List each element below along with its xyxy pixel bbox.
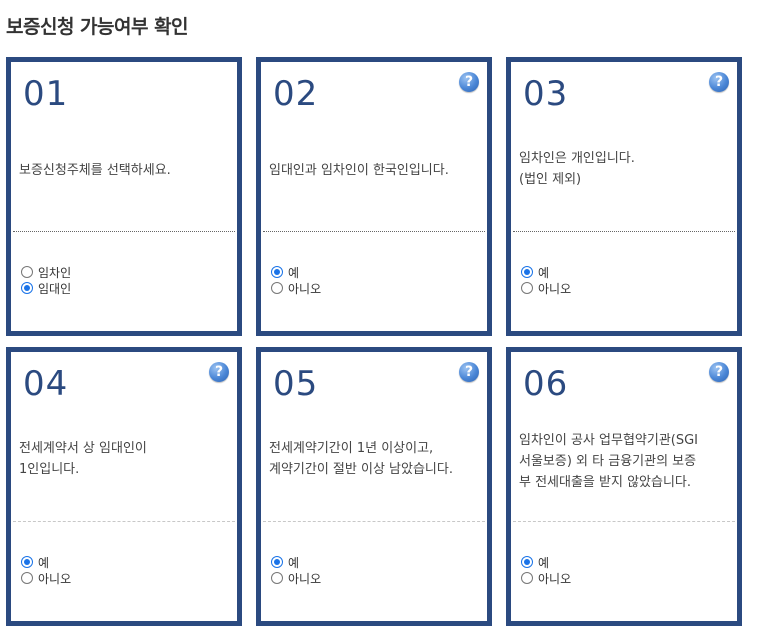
question-circle-icon[interactable]: ? — [459, 72, 479, 92]
radio-label: 아니오 — [288, 281, 322, 296]
radio-label: 아니오 — [538, 571, 572, 586]
radio-option-no[interactable]: 아니오 — [521, 280, 571, 296]
radio-label: 아니오 — [538, 281, 572, 296]
radio-label: 예 — [38, 555, 50, 570]
radio-option-no[interactable]: 아니오 — [521, 570, 571, 586]
radio-group: 예 아니오 — [271, 264, 321, 296]
radio-option-yes[interactable]: 예 — [271, 264, 321, 280]
radio-button-checked[interactable] — [271, 556, 283, 568]
radio-button[interactable] — [521, 282, 533, 294]
divider — [13, 521, 235, 522]
card-question: 전세계약서 상 임대인이 1인입니다. — [19, 441, 147, 477]
question-circle-icon[interactable]: ? — [459, 362, 479, 382]
divider — [13, 231, 235, 232]
card-question: 보증신청주체를 선택하세요. — [19, 163, 171, 178]
radio-label: 아니오 — [288, 571, 322, 586]
radio-option-yes[interactable]: 예 — [521, 264, 571, 280]
card-01: 01 보증신청주체를 선택하세요. 임차인 임대인 — [6, 57, 242, 336]
card-question: 전세계약기간이 1년 이상이고, 계약기간이 절반 이상 남았습니다. — [269, 441, 453, 477]
divider — [513, 231, 735, 232]
card-05: 05 ? 전세계약기간이 1년 이상이고, 계약기간이 절반 이상 남았습니다.… — [256, 347, 492, 626]
radio-button-checked[interactable] — [521, 266, 533, 278]
radio-group: 임차인 임대인 — [21, 264, 71, 296]
card-question: 임차인이 공사 업무협약기관(SGI 서울보증) 외 타 금융기관의 보증 부 … — [519, 433, 699, 490]
radio-label: 아니오 — [38, 571, 72, 586]
card-number: 01 — [23, 74, 69, 114]
card-number: 05 — [273, 364, 319, 404]
divider — [263, 231, 485, 232]
radio-option-no[interactable]: 아니오 — [271, 570, 321, 586]
radio-button-checked[interactable] — [21, 282, 33, 294]
radio-label: 임대인 — [38, 281, 72, 296]
radio-button-checked[interactable] — [271, 266, 283, 278]
radio-label: 예 — [288, 265, 300, 280]
radio-group: 예 아니오 — [521, 554, 571, 586]
question-circle-icon[interactable]: ? — [709, 72, 729, 92]
card-number: 03 — [523, 74, 569, 114]
card-02: 02 ? 임대인과 임차인이 한국인입니다. 예 아니오 — [256, 57, 492, 336]
radio-option-yes[interactable]: 예 — [21, 554, 71, 570]
radio-option-landlord[interactable]: 임대인 — [21, 280, 71, 296]
question-circle-icon[interactable]: ? — [209, 362, 229, 382]
radio-option-yes[interactable]: 예 — [521, 554, 571, 570]
card-06: 06 ? 임차인이 공사 업무협약기관(SGI 서울보증) 외 타 금융기관의 … — [506, 347, 742, 626]
page-title: 보증신청 가능여부 확인 — [6, 16, 189, 38]
card-number: 06 — [523, 364, 569, 404]
radio-label: 예 — [538, 555, 550, 570]
radio-label: 예 — [288, 555, 300, 570]
radio-button[interactable] — [271, 282, 283, 294]
radio-label: 예 — [538, 265, 550, 280]
card-number: 02 — [273, 74, 319, 114]
radio-button-checked[interactable] — [21, 556, 33, 568]
radio-button[interactable] — [271, 572, 283, 584]
card-03: 03 ? 임차인은 개인입니다. (법인 제외) 예 아니오 — [506, 57, 742, 336]
radio-label: 임차인 — [38, 265, 72, 280]
radio-button[interactable] — [521, 572, 533, 584]
radio-option-yes[interactable]: 예 — [271, 554, 321, 570]
radio-button[interactable] — [21, 266, 33, 278]
radio-group: 예 아니오 — [271, 554, 321, 586]
radio-option-tenant[interactable]: 임차인 — [21, 264, 71, 280]
radio-button-checked[interactable] — [521, 556, 533, 568]
radio-group: 예 아니오 — [521, 264, 571, 296]
radio-group: 예 아니오 — [21, 554, 71, 586]
radio-option-no[interactable]: 아니오 — [21, 570, 71, 586]
card-04: 04 ? 전세계약서 상 임대인이 1인입니다. 예 아니오 — [6, 347, 242, 626]
radio-button[interactable] — [21, 572, 33, 584]
question-circle-icon[interactable]: ? — [709, 362, 729, 382]
card-question: 임대인과 임차인이 한국인입니다. — [269, 163, 449, 178]
card-question: 임차인은 개인입니다. (법인 제외) — [519, 151, 635, 187]
card-number: 04 — [23, 364, 69, 404]
divider — [513, 521, 735, 522]
radio-option-no[interactable]: 아니오 — [271, 280, 321, 296]
divider — [263, 521, 485, 522]
